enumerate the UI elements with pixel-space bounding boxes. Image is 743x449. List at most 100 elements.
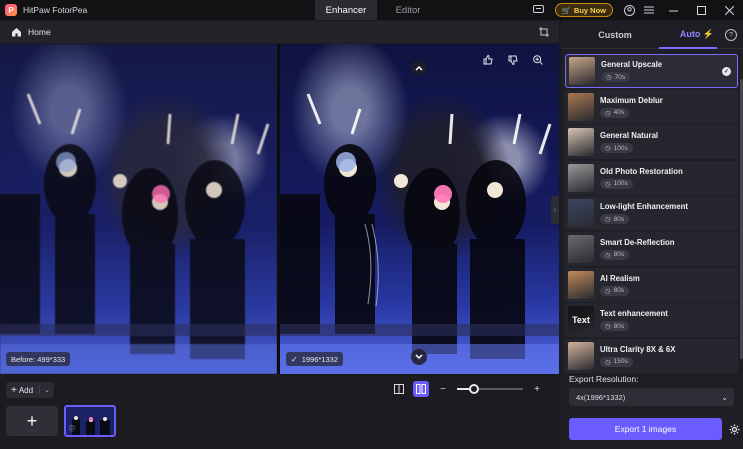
ai-model-card[interactable]: Ultra Clarity 8X & 6X ◷ 150s	[565, 338, 738, 373]
model-time-badge: ◷ 40s	[600, 107, 630, 118]
model-time: 150s	[613, 358, 628, 366]
model-time-badge: ◷ 70s	[601, 72, 631, 82]
panel-tabs: Custom Auto ⚡ ?	[561, 21, 743, 49]
navigation-bar: Home	[0, 21, 559, 43]
after-pane: ✓ 1996*1332	[280, 44, 559, 374]
crop-icon[interactable]	[537, 25, 551, 39]
minimize-icon[interactable]	[659, 0, 687, 20]
tab-auto[interactable]: Auto ⚡	[659, 29, 735, 40]
tab-enhancer[interactable]: Enhancer	[315, 0, 377, 20]
zoom-slider[interactable]	[457, 384, 523, 394]
model-name: Maximum Deblur	[600, 95, 663, 105]
thumbs-down-icon[interactable]	[505, 53, 521, 67]
clock-icon: ◷	[605, 145, 611, 153]
after-label: ✓ 1996*1332	[286, 352, 343, 366]
split-view-icon[interactable]	[391, 381, 407, 397]
model-time: 80s	[613, 287, 625, 295]
add-image-button[interactable]: +	[6, 406, 58, 436]
chevron-down-icon[interactable]	[411, 349, 427, 365]
clock-icon: ◷	[606, 74, 612, 81]
model-name: General Upscale	[601, 60, 663, 69]
after-photo	[280, 44, 559, 374]
model-thumbnail: Text	[568, 306, 594, 335]
app-logo: P	[5, 4, 17, 16]
ai-model-card[interactable]: Smart De-Reflection ◷ 80s	[565, 231, 738, 266]
help-icon[interactable]: ?	[725, 29, 737, 41]
model-time: 100s	[613, 144, 628, 152]
tab-editor[interactable]: Editor	[377, 0, 439, 20]
ai-model-card[interactable]: Maximum Deblur ◷ 40s	[565, 89, 738, 124]
view-tools: − +	[391, 381, 545, 397]
buy-now-button[interactable]: 🛒 Buy Now	[554, 3, 613, 17]
model-name: Smart De-Reflection	[600, 237, 675, 247]
zoom-handle[interactable]	[468, 384, 479, 394]
cart-icon: 🛒	[561, 5, 571, 15]
model-info: Old Photo Restoration ◷ 100s	[600, 167, 683, 189]
model-name: Text enhancement	[600, 309, 668, 319]
model-time: 70s	[614, 73, 626, 81]
clock-icon: ◷	[605, 216, 611, 224]
after-size: 1996*1332	[301, 354, 338, 364]
active-tab-indicator	[659, 47, 717, 49]
model-name: Old Photo Restoration	[600, 166, 683, 176]
plus-icon: +	[11, 384, 17, 396]
model-time: 80s	[613, 251, 625, 259]
model-time: 40s	[613, 109, 625, 117]
result-tools	[480, 53, 546, 67]
ai-model-card[interactable]: Text Text enhancement ◷ 80s	[565, 303, 738, 338]
thumbs-up-icon[interactable]	[480, 53, 496, 67]
maximize-icon[interactable]	[687, 0, 715, 20]
lightning-icon: ⚡	[702, 29, 715, 39]
clock-icon: ◷	[605, 287, 611, 295]
ai-model-card[interactable]: General Upscale ◷ 70s ✓	[565, 54, 738, 88]
model-thumbnail	[568, 128, 594, 157]
model-time: 80s	[613, 215, 625, 223]
model-info: Low-light Enhancement ◷ 80s	[600, 202, 688, 225]
model-name: General Natural	[600, 131, 659, 141]
app-title: HitPaw FotorPea	[23, 5, 88, 15]
menu-icon[interactable]	[639, 0, 659, 20]
chevron-up-icon[interactable]	[411, 60, 427, 76]
tab-custom[interactable]: Custom	[577, 30, 653, 40]
model-thumbnail	[568, 92, 594, 121]
check-icon: ✓	[291, 354, 298, 364]
close-icon[interactable]	[715, 0, 743, 20]
model-time: 80s	[613, 322, 625, 330]
ai-model-card[interactable]: Low-light Enhancement ◷ 80s	[565, 196, 738, 231]
before-pane: Before: 499*333	[0, 44, 277, 374]
ai-model-list: General Upscale ◷ 70s ✓ Maximum Deblur ◷ 40s Ge…	[565, 54, 740, 388]
home-icon[interactable]	[10, 26, 22, 38]
export-resolution-select[interactable]: 4x(1996*1332) ⌄	[569, 388, 734, 406]
ai-model-card[interactable]: Old Photo Restoration ◷ 100s	[565, 160, 738, 195]
model-thumbnail	[568, 199, 594, 228]
tab-auto-label: Auto	[679, 29, 701, 39]
message-icon[interactable]	[529, 0, 549, 20]
model-time-badge: ◷ 80s	[600, 321, 630, 332]
ai-model-card[interactable]: General Natural ◷ 100s	[565, 125, 738, 160]
chevron-down-icon[interactable]: ⌄	[39, 386, 50, 394]
clock-icon: ◷	[605, 323, 611, 331]
account-icon[interactable]	[619, 0, 639, 20]
model-name: Ultra Clarity 8X & 6X	[600, 344, 676, 354]
export-button[interactable]: Export 1 images	[569, 418, 722, 440]
export-resolution-label: Export Resolution:	[569, 374, 639, 384]
selected-check-icon: ✓	[722, 67, 731, 76]
ai-model-card[interactable]: AI Realism ◷ 80s	[565, 267, 738, 302]
collapse-panel-icon[interactable]: ‹	[551, 196, 559, 224]
chevron-down-icon: ⌄	[721, 392, 728, 402]
model-name: AI Realism	[600, 273, 640, 283]
image-thumbnail[interactable]: ⓘ	[64, 405, 116, 437]
model-info: Ultra Clarity 8X & 6X ◷ 150s	[600, 345, 675, 367]
model-time: 100s	[613, 180, 628, 188]
model-time-badge: ◷ 80s	[600, 249, 630, 260]
before-photo	[0, 44, 277, 374]
zoom-plus-icon[interactable]: +	[529, 381, 545, 397]
model-info: Smart De-Reflection ◷ 80s	[600, 238, 675, 260]
side-by-side-view-icon[interactable]	[413, 381, 429, 397]
gear-icon[interactable]	[728, 423, 740, 435]
model-time-badge: ◷ 80s	[600, 285, 630, 296]
home-link[interactable]: Home	[28, 27, 51, 37]
zoom-out-icon[interactable]: −	[435, 381, 451, 397]
add-button[interactable]: + Add ⌄	[6, 382, 54, 398]
zoom-in-icon[interactable]	[530, 53, 546, 67]
